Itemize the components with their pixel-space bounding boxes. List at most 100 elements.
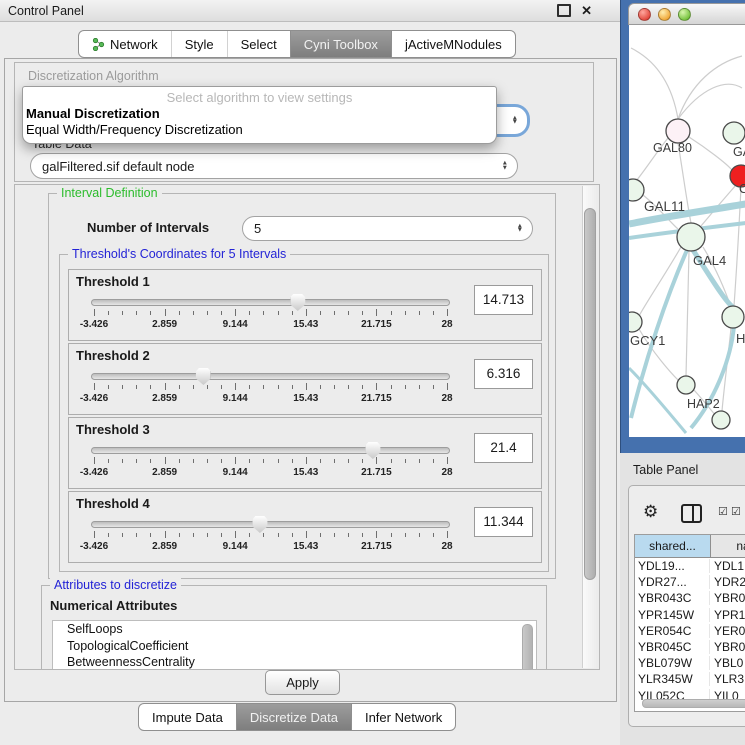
attribute-item[interactable]: SelfLoops [53, 621, 536, 638]
table-row[interactable]: YPR145WYPR1 [635, 607, 745, 623]
attributes-legend: Attributes to discretize [50, 578, 181, 592]
tab-network[interactable]: Network [79, 31, 171, 57]
cyni-toolbox-panel: Discretization Algorithm ▲▼ Select algor… [4, 58, 617, 702]
table-data-combobox[interactable]: galFiltered.sif default node ▲▼ [30, 153, 518, 179]
settings-scroll-area: Interval Definition Number of Intervals … [14, 184, 600, 670]
tab-discretize-data[interactable]: Discretize Data [236, 704, 351, 730]
threshold-value-field[interactable]: 14.713 [474, 285, 533, 315]
tab-cyni-toolbox[interactable]: Cyni Toolbox [290, 31, 391, 57]
attribute-item[interactable]: TopologicalCoefficient [53, 638, 536, 655]
mac-zoom-button[interactable] [678, 8, 691, 21]
slider-ticks [94, 309, 447, 317]
attributes-list-scrollbar[interactable] [522, 624, 533, 670]
dropdown-item-equal-width-frequency[interactable]: Equal Width/Frequency Discretization [23, 121, 496, 137]
threshold-value-field[interactable]: 11.344 [474, 507, 533, 537]
threshold-slider[interactable]: -3.4262.8599.14415.4321.71528 [94, 294, 447, 330]
node-table[interactable]: shared... na YDL19...YDL1YDR27...YDR2YBR… [634, 534, 745, 712]
table-rows: YDL19...YDL1YDR27...YDR2YBR043CYBR0YPR14… [635, 558, 745, 704]
table-data-value: galFiltered.sif default node [42, 159, 194, 174]
number-of-intervals-combobox[interactable]: 5 ▲▼ [242, 216, 533, 241]
node-h[interactable] [722, 306, 744, 328]
mac-close-button[interactable] [638, 8, 651, 21]
tab-jactivemnodules[interactable]: jActiveMNodules [391, 31, 515, 57]
tab-style[interactable]: Style [171, 31, 227, 57]
threshold-2-panel: Threshold 2 -3.4262.8599.14415.4321.7152… [68, 343, 542, 415]
numerical-attributes-list[interactable]: SelfLoopsTopologicalCoefficientBetweenne… [52, 620, 537, 670]
interval-definition-legend: Interval Definition [57, 186, 162, 200]
screen: { "control_panel": { "title": "Control P… [0, 0, 745, 745]
label-gcy1: GCY1 [630, 333, 665, 348]
slider-track[interactable] [91, 373, 450, 380]
settings-scrollbar[interactable] [582, 186, 597, 668]
node-gal11[interactable] [629, 179, 644, 201]
slider-tick-labels: -3.4262.8599.14415.4321.71528 [94, 319, 447, 331]
node-gal4[interactable] [677, 223, 705, 251]
columns-icon[interactable] [681, 504, 702, 523]
label-gal4: GAL4 [693, 253, 726, 268]
threshold-1-panel: Threshold 1 -3.4262.8599.14415.4321.7152… [68, 269, 542, 341]
dropdown-item-manual-discretization[interactable]: Manual Discretization [23, 105, 496, 121]
threshold-value-field[interactable]: 6.316 [474, 359, 533, 389]
number-of-intervals-label: Number of Intervals [87, 220, 209, 235]
table-row[interactable]: YBR045CYBR0 [635, 639, 745, 655]
label-hap2: HAP2 [687, 397, 720, 411]
network-labels: GAL80 GA C GAL11 GAL4 GCY1 H HAP2 [630, 141, 745, 411]
threshold-slider[interactable]: -3.4262.8599.14415.4321.71528 [94, 516, 447, 552]
slider-track[interactable] [91, 447, 450, 454]
network-view-window[interactable]: GAL80 GA C GAL11 GAL4 GCY1 H HAP2 [620, 0, 745, 453]
number-of-intervals-value: 5 [254, 221, 261, 236]
label-ga: GA [733, 145, 745, 159]
node-bottom[interactable] [712, 411, 730, 429]
tab-impute-data[interactable]: Impute Data [139, 704, 236, 730]
table-row[interactable]: YDL19...YDL1 [635, 558, 745, 574]
network-window-titlebar[interactable] [628, 3, 745, 25]
settings-scrollbar-thumb[interactable] [584, 208, 596, 580]
table-horizontal-scrollbar[interactable] [642, 699, 745, 708]
table-row[interactable]: YDR27...YDR2 [635, 574, 745, 590]
float-window-icon[interactable] [557, 4, 571, 17]
slider-track[interactable] [91, 521, 450, 528]
table-row[interactable]: YER054CYER0 [635, 623, 745, 639]
tab-select[interactable]: Select [227, 31, 290, 57]
threshold-3-panel: Threshold 3 -3.4262.8599.14415.4321.7152… [68, 417, 542, 489]
slider-track[interactable] [91, 299, 450, 306]
gear-icon[interactable]: ⚙ [643, 503, 658, 520]
top-tab-bar: Network Style Select Cyni Toolbox jActiv… [78, 30, 516, 58]
algorithm-section: Discretization Algorithm ▲▼ Select algor… [14, 62, 594, 182]
tab-infer-network[interactable]: Infer Network [351, 704, 455, 730]
threshold-slider[interactable]: -3.4262.8599.14415.4321.71528 [94, 368, 447, 404]
column-header-name[interactable]: na [711, 535, 745, 557]
tab-network-label: Network [110, 37, 158, 52]
table-row[interactable]: YBR043CYBR0 [635, 590, 745, 606]
algorithm-dropdown-popup: Select algorithm to view settings Manual… [22, 86, 497, 144]
table-panel: Table Panel ⚙ ☑ ☑ shared... na YDL19...Y… [620, 453, 745, 745]
node-hap2[interactable] [677, 376, 695, 394]
combo-arrows-icon: ▲▼ [512, 116, 518, 125]
checkbox-icon[interactable]: ☑ [718, 507, 728, 518]
table-row[interactable]: YBL079WYBL0 [635, 655, 745, 671]
threshold-value-field[interactable]: 21.4 [474, 433, 533, 463]
apply-button[interactable]: Apply [265, 670, 340, 695]
threshold-label: Threshold 2 [76, 348, 150, 363]
table-panel-title: Table Panel [633, 463, 698, 477]
label-gal80: GAL80 [653, 141, 692, 155]
network-canvas[interactable]: GAL80 GA C GAL11 GAL4 GCY1 H HAP2 [629, 25, 745, 437]
slider-ticks [94, 457, 447, 465]
mac-minimize-button[interactable] [658, 8, 671, 21]
close-icon[interactable]: ✕ [581, 4, 592, 17]
slider-ticks [94, 383, 447, 391]
threshold-slider[interactable]: -3.4262.8599.14415.4321.71528 [94, 442, 447, 478]
node-ga[interactable] [723, 122, 745, 144]
checkbox-icon[interactable]: ☑ [731, 507, 741, 518]
table-header-row: shared... na [635, 535, 745, 558]
node-gal80[interactable] [666, 119, 690, 143]
thresholds-legend: Threshold's Coordinates for 5 Intervals [68, 247, 290, 261]
column-header-shared-name[interactable]: shared... [635, 535, 711, 557]
attribute-item[interactable]: BetweennessCentrality [53, 654, 536, 670]
network-icon [92, 38, 105, 51]
label-gal11: GAL11 [644, 199, 685, 214]
table-row[interactable]: YLR345WYLR3 [635, 671, 745, 687]
slider-tick-labels: -3.4262.8599.14415.4321.71528 [94, 393, 447, 405]
threshold-label: Threshold 1 [76, 274, 150, 289]
table-panel-window: ⚙ ☑ ☑ shared... na YDL19...YDL1YDR27...Y… [628, 485, 745, 727]
